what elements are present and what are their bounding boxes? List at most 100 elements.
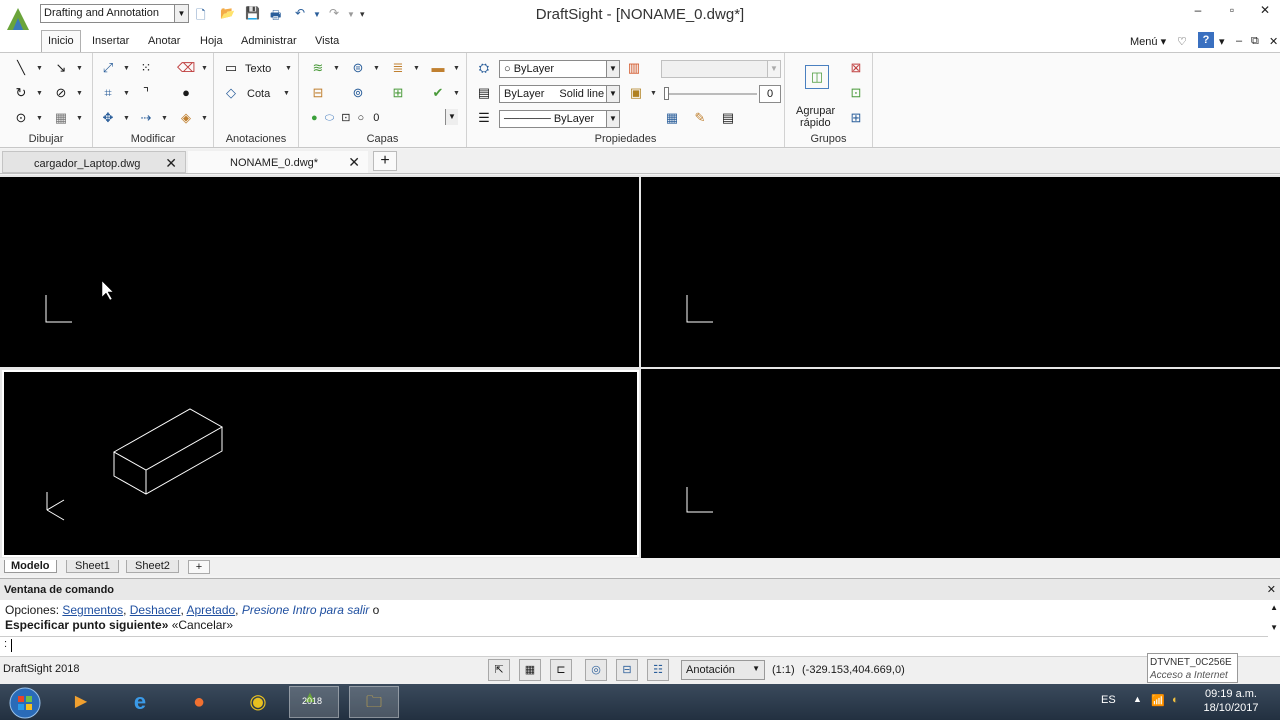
text-button[interactable]: Texto xyxy=(245,63,271,75)
chevron-down-icon[interactable]: ▼ xyxy=(161,115,168,122)
group-selection-icon[interactable]: ⊞ xyxy=(847,109,865,127)
move-icon[interactable]: ⤢ xyxy=(99,59,117,77)
option-tight[interactable]: Apretado xyxy=(186,603,235,617)
tab-vista[interactable]: Vista xyxy=(315,35,339,47)
chevron-down-icon[interactable]: ▼ xyxy=(453,90,460,97)
chevron-down-icon[interactable]: ▼ xyxy=(201,115,208,122)
trim-icon[interactable]: ⌗ xyxy=(99,84,117,102)
lineweight-combo[interactable]: ────── ByLayer ▼ xyxy=(499,110,620,128)
new-tab-button[interactable]: + xyxy=(373,151,397,171)
lineweight-display-icon[interactable]: ☷ xyxy=(647,659,669,681)
ortho-icon[interactable]: ⊏ xyxy=(550,659,572,681)
chevron-down-icon[interactable]: ▼ xyxy=(36,115,43,122)
quick-group-icon[interactable]: ◫ xyxy=(805,65,829,89)
text-icon[interactable]: ▭ xyxy=(222,59,240,77)
slider-handle[interactable] xyxy=(664,87,669,100)
chevron-down-icon[interactable]: ▼ xyxy=(201,65,208,72)
chevron-down-icon[interactable]: ▼ xyxy=(606,111,619,127)
help-icon[interactable]: ? xyxy=(1198,32,1214,48)
chevron-down-icon[interactable]: ▼ xyxy=(445,109,458,125)
show-hidden-icons[interactable]: ▲ xyxy=(1133,694,1142,704)
doc-restore-button[interactable]: ⧉ xyxy=(1251,35,1259,48)
close-icon[interactable]: ✕ xyxy=(165,155,177,172)
language-indicator[interactable]: ES xyxy=(1101,694,1116,706)
dimension-icon[interactable]: ◇ xyxy=(222,84,240,102)
spline-icon[interactable]: ⊘ xyxy=(52,84,70,102)
circle-icon[interactable]: ⊙ xyxy=(12,109,30,127)
close-icon[interactable]: ✕ xyxy=(348,154,360,171)
layer-manager-icon[interactable]: ≋ xyxy=(309,59,327,77)
rotate-icon[interactable]: ✥ xyxy=(99,109,117,127)
option-undo[interactable]: Deshacer xyxy=(130,603,181,617)
layer-state-icon[interactable]: ⊜ xyxy=(349,59,367,77)
minimize-button[interactable]: – xyxy=(1183,3,1213,23)
eraser-icon[interactable]: ⌫ xyxy=(177,59,195,77)
option-segments[interactable]: Segmentos xyxy=(62,603,123,617)
chevron-down-icon[interactable]: ▼ xyxy=(373,65,380,72)
layout-tab-sheet2[interactable]: Sheet2 xyxy=(126,560,179,573)
viewport-top-left[interactable] xyxy=(0,177,639,367)
dimension-button[interactable]: Cota xyxy=(247,88,270,100)
list-icon[interactable]: ▤ xyxy=(719,109,737,127)
match-properties-icon[interactable]: ◈ xyxy=(177,109,195,127)
tab-insertar[interactable]: Insertar xyxy=(92,35,129,47)
draftsight-taskbar-icon[interactable]: ▲ 2018 xyxy=(289,686,339,718)
chevron-down-icon[interactable]: ▼ xyxy=(123,65,130,72)
quick-group-label[interactable]: Agrupar xyxy=(796,105,835,117)
layout-tab-sheet1[interactable]: Sheet1 xyxy=(66,560,119,573)
system-clock[interactable]: 09:19 a.m. 18/10/2017 xyxy=(1196,687,1266,715)
favorite-icon[interactable]: ♡ xyxy=(1177,35,1187,48)
chevron-down-icon[interactable]: ▼ xyxy=(76,65,83,72)
grid-icon[interactable]: ▦ xyxy=(519,659,541,681)
add-layout-button[interactable]: + xyxy=(188,560,210,574)
snap-icon[interactable]: ⇱ xyxy=(488,659,510,681)
layer-isolate-icon[interactable]: ▬ xyxy=(429,59,447,77)
ungroup-icon[interactable]: ⊠ xyxy=(847,59,865,77)
chevron-down-icon[interactable]: ▼ xyxy=(123,115,130,122)
transparency-slider[interactable] xyxy=(664,87,757,100)
hatch-icon[interactable]: ▦ xyxy=(52,109,70,127)
transparency-value[interactable]: 0 xyxy=(759,85,781,103)
lineweight-icon[interactable]: ☰ xyxy=(475,109,493,127)
viewport-bottom-left-active[interactable] xyxy=(2,370,639,557)
chevron-down-icon[interactable]: ▼ xyxy=(606,86,619,102)
explode-icon[interactable]: ● xyxy=(177,84,195,102)
chevron-down-icon[interactable]: ▼ xyxy=(76,90,83,97)
polyline-icon[interactable]: ↘ xyxy=(52,59,70,77)
tab-inicio[interactable]: Inicio xyxy=(41,30,81,53)
scroll-down-icon[interactable]: ▼ xyxy=(1270,623,1278,632)
etrack-icon[interactable]: ⊟ xyxy=(616,659,638,681)
layer-combo[interactable]: ● ⬭ ⊡ ○ 0 ▼ xyxy=(307,109,458,127)
chevron-down-icon[interactable]: ▼ xyxy=(413,65,420,72)
viewport-bottom-right[interactable] xyxy=(641,369,1280,558)
chevron-down-icon[interactable]: ▼ xyxy=(285,65,292,72)
linestyle-icon[interactable]: ▤ xyxy=(475,84,493,102)
network-icon[interactable]: 📶 xyxy=(1151,694,1165,707)
volume-icon[interactable]: ◐ xyxy=(1172,694,1179,706)
close-button[interactable]: ✕ xyxy=(1250,3,1280,23)
chevron-down-icon[interactable]: ▼ xyxy=(606,61,619,77)
chevron-down-icon[interactable]: ▼ xyxy=(283,90,290,97)
firefox-icon[interactable]: ● xyxy=(174,686,224,718)
layer-current-icon[interactable]: ✔ xyxy=(429,84,447,102)
layer-on-icon[interactable]: ⊞ xyxy=(389,84,407,102)
properties-icon[interactable]: ⛭ xyxy=(475,59,493,77)
tab-anotar[interactable]: Anotar xyxy=(148,35,180,47)
layout-tab-model[interactable]: Modelo xyxy=(4,560,57,573)
stretch-icon[interactable]: ⇢ xyxy=(137,109,155,127)
scroll-up-icon[interactable]: ▲ xyxy=(1270,603,1278,612)
color-combo[interactable]: ○ ByLayer ▼ xyxy=(499,60,620,78)
chevron-down-icon[interactable]: ▼ xyxy=(36,90,43,97)
doc-close-button[interactable]: ✕ xyxy=(1269,35,1278,48)
command-input[interactable]: : xyxy=(0,636,1268,653)
layer-freeze-icon[interactable]: ⊟ xyxy=(309,84,327,102)
chevron-down-icon[interactable]: ▼ xyxy=(333,65,340,72)
line-icon[interactable]: ╲ xyxy=(12,59,30,77)
tab-administrar[interactable]: Administrar xyxy=(241,35,297,47)
chevron-down-icon[interactable]: ▼ xyxy=(36,65,43,72)
fillet-icon[interactable]: ⌝ xyxy=(137,84,155,102)
menu-button[interactable]: Menú ▾ xyxy=(1130,35,1166,48)
doc-tab-cargador[interactable]: cargador_Laptop.dwg ✕ xyxy=(2,151,186,173)
file-explorer-icon[interactable]: 🗀 xyxy=(349,686,399,718)
plot-style-combo[interactable]: ▼ xyxy=(661,60,781,78)
